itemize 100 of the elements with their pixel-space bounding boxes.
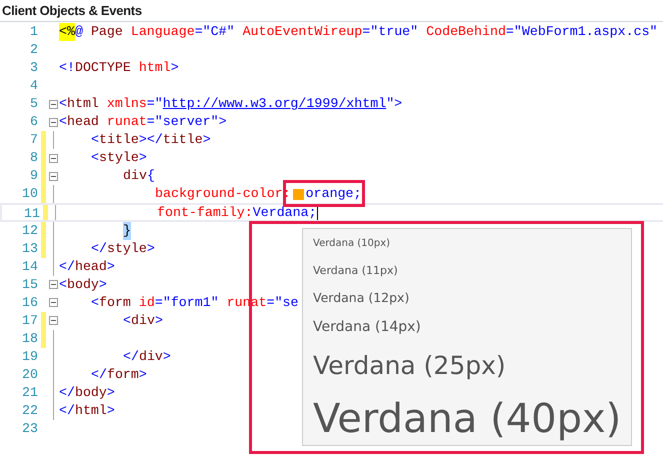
code-tag: div <box>138 348 163 366</box>
code-tag: style <box>106 240 147 258</box>
code-tag: DOCTYPE <box>74 59 139 78</box>
line-number: 11 <box>24 205 40 220</box>
code-punctuation: > <box>106 258 115 276</box>
code-punctuation: =" <box>146 95 163 114</box>
code-punctuation: > <box>138 149 147 168</box>
line-number: 6 <box>30 113 38 132</box>
line-number: 7 <box>30 131 38 150</box>
collapse-icon[interactable] <box>48 118 58 127</box>
line-number: 16 <box>22 294 38 312</box>
font-option[interactable]: Verdana (14px) <box>313 320 421 334</box>
code-attribute: font-family: <box>157 204 253 222</box>
code-value: ="form1" <box>154 294 220 312</box>
code-punctuation: > <box>170 59 179 78</box>
code-punctuation: > <box>106 384 115 402</box>
code-punctuation: </ <box>59 258 75 276</box>
directive-marker: <% <box>59 23 75 42</box>
line-number: 21 <box>22 384 38 402</box>
code-tag: title <box>162 131 203 150</box>
line-number: 18 <box>22 330 38 348</box>
line-number: 19 <box>22 348 38 366</box>
code-punctuation: > <box>202 131 211 150</box>
code-punctuation: > <box>106 402 115 420</box>
collapse-icon[interactable] <box>48 100 58 109</box>
code-tag: html <box>66 95 107 114</box>
code-tag: body <box>74 384 107 402</box>
code-attribute: xmlns <box>106 95 147 114</box>
line-number: 12 <box>22 222 38 240</box>
code-value: orange; <box>306 185 362 204</box>
line-number: 20 <box>22 366 38 384</box>
font-option[interactable]: Verdana (11px) <box>313 265 398 276</box>
line-number: 8 <box>30 149 38 168</box>
line-number: 5 <box>30 95 38 114</box>
code-tag: form <box>98 294 139 312</box>
code-punctuation: "> <box>386 95 402 114</box>
code-value: Verdana; <box>252 204 317 222</box>
line-number: 9 <box>30 167 38 186</box>
code-punctuation: > <box>98 276 107 294</box>
collapse-icon[interactable] <box>48 154 58 163</box>
code-tag: div <box>130 312 155 330</box>
code-punctuation: @ <box>74 23 84 42</box>
code-punctuation: </ <box>59 384 75 402</box>
line-number: 14 <box>22 258 38 276</box>
collapse-icon[interactable] <box>48 280 58 290</box>
code-attribute: CodeBehind <box>426 23 506 42</box>
code-attribute: Language <box>130 23 195 42</box>
font-option[interactable]: Verdana (25px) <box>313 352 506 378</box>
code-punctuation: <! <box>59 59 75 78</box>
code-punctuation: { <box>146 167 155 186</box>
line-number: 15 <box>22 276 38 294</box>
font-option[interactable]: Verdana (12px) <box>313 292 410 304</box>
code-punctuation: < <box>59 113 67 132</box>
code-value: ="server"> <box>146 113 227 132</box>
code-tag: head <box>74 258 107 276</box>
line-number: 17 <box>22 312 38 330</box>
code-punctuation: > <box>138 366 147 384</box>
code-attribute: id <box>138 294 155 312</box>
code-value: ="se <box>266 294 299 312</box>
code-punctuation: > <box>154 312 163 330</box>
code-brace: } <box>123 222 131 240</box>
code-punctuation: < <box>91 131 99 150</box>
line-number: 2 <box>30 41 38 60</box>
code-punctuation: < <box>91 149 99 168</box>
code-tag: form <box>106 366 139 384</box>
code-punctuation: </ <box>91 240 107 258</box>
code-punctuation: < <box>91 294 99 312</box>
code-tag: body <box>66 276 99 294</box>
line-number: 10 <box>22 185 38 204</box>
collapse-icon[interactable] <box>48 298 58 308</box>
code-value: ="true" <box>362 23 420 42</box>
code-punctuation: </ <box>91 366 107 384</box>
code-punctuation: < <box>123 312 131 330</box>
code-punctuation: </ <box>123 348 139 366</box>
line-number: 1 <box>30 23 38 41</box>
code-attribute: runat <box>106 113 147 132</box>
code-punctuation: > <box>162 348 171 366</box>
font-option[interactable]: Verdana (10px) <box>313 238 390 248</box>
code-attribute: html <box>138 59 171 78</box>
code-tag: Page <box>90 23 131 42</box>
collapse-icon[interactable] <box>48 172 58 181</box>
code-punctuation: ></ <box>138 131 163 150</box>
code-value: ="C#" <box>194 23 236 42</box>
code-tag: div <box>123 167 147 186</box>
line-number: 22 <box>22 402 38 420</box>
code-value: ="WebForm1.aspx.cs" <box>506 23 658 42</box>
line-number: 3 <box>30 59 38 78</box>
code-punctuation: </ <box>59 402 75 420</box>
line-number: 13 <box>22 240 38 258</box>
code-tag: style <box>98 149 139 168</box>
font-option[interactable]: Verdana (40px) <box>313 399 622 439</box>
code-tag: html <box>74 402 107 420</box>
collapse-icon[interactable] <box>48 316 58 326</box>
code-punctuation: < <box>59 276 67 294</box>
code-tag: title <box>98 131 139 150</box>
line-number: 4 <box>30 77 38 96</box>
code-punctuation: < <box>59 95 67 114</box>
line-number: 23 <box>22 420 38 438</box>
code-attribute: AutoEventWireup <box>242 23 362 42</box>
panel-title: Client Objects & Events <box>2 2 142 20</box>
